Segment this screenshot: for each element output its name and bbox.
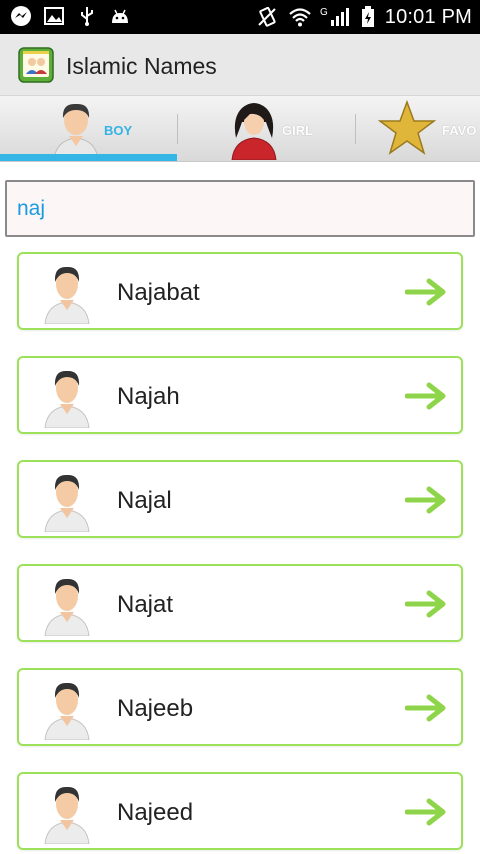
- search-field[interactable]: [5, 180, 475, 237]
- android-icon: [109, 5, 131, 27]
- tab-girl-label: GIRL: [282, 123, 314, 138]
- name-list-item[interactable]: Najat: [17, 564, 463, 642]
- tab-selected-indicator: [0, 154, 177, 161]
- arrow-right-icon[interactable]: [404, 382, 449, 410]
- status-bar: G 10:01 PM: [0, 0, 480, 34]
- boy-avatar-icon: [43, 468, 91, 533]
- name-label: Najabat: [117, 279, 200, 306]
- wifi-icon: [288, 6, 311, 28]
- name-label: Najat: [117, 591, 174, 618]
- boy-avatar-icon: [43, 780, 91, 845]
- name-list-item[interactable]: Najabat: [17, 252, 463, 330]
- network-type-label: G: [320, 6, 328, 18]
- name-label: Najal: [117, 487, 172, 514]
- usb-icon: [76, 5, 98, 27]
- action-bar: Islamic Names: [0, 34, 480, 96]
- boy-avatar-icon: [43, 572, 91, 637]
- star-icon: [377, 99, 437, 161]
- tab-favorites[interactable]: FAVO: [356, 96, 480, 162]
- name-list-item[interactable]: Najeed: [17, 772, 463, 850]
- name-list-item[interactable]: Najal: [17, 460, 463, 538]
- vibrate-icon: [256, 6, 278, 28]
- tab-bar: BOY GIRL FAVO: [0, 96, 480, 162]
- tab-boy[interactable]: BOY: [0, 96, 178, 162]
- name-label: Najeed: [117, 799, 194, 826]
- boy-avatar-icon: [43, 364, 91, 429]
- gallery-icon: [43, 5, 65, 27]
- search-input[interactable]: [7, 182, 473, 235]
- arrow-right-icon[interactable]: [404, 694, 449, 722]
- boy-avatar-icon: [43, 260, 91, 325]
- arrow-right-icon[interactable]: [404, 798, 449, 826]
- tab-girl[interactable]: GIRL: [178, 96, 356, 162]
- name-list-item[interactable]: Najah: [17, 356, 463, 434]
- tab-favorites-label: FAVO: [442, 123, 477, 138]
- app-logo-icon[interactable]: [18, 47, 54, 83]
- arrow-right-icon[interactable]: [404, 486, 449, 514]
- name-label: Najah: [117, 383, 180, 410]
- app-title: Islamic Names: [66, 53, 217, 79]
- status-time: 10:01 PM: [384, 5, 472, 28]
- girl-avatar-icon: [228, 98, 280, 165]
- messenger-icon: [10, 5, 32, 27]
- boy-avatar-icon: [43, 676, 91, 741]
- arrow-right-icon[interactable]: [404, 278, 449, 306]
- name-label: Najeeb: [117, 695, 194, 722]
- tab-boy-label: BOY: [104, 123, 133, 138]
- name-list-item[interactable]: Najeeb: [17, 668, 463, 746]
- arrow-right-icon[interactable]: [404, 590, 449, 618]
- battery-charging-icon: [361, 6, 375, 28]
- signal-icon: [329, 6, 351, 28]
